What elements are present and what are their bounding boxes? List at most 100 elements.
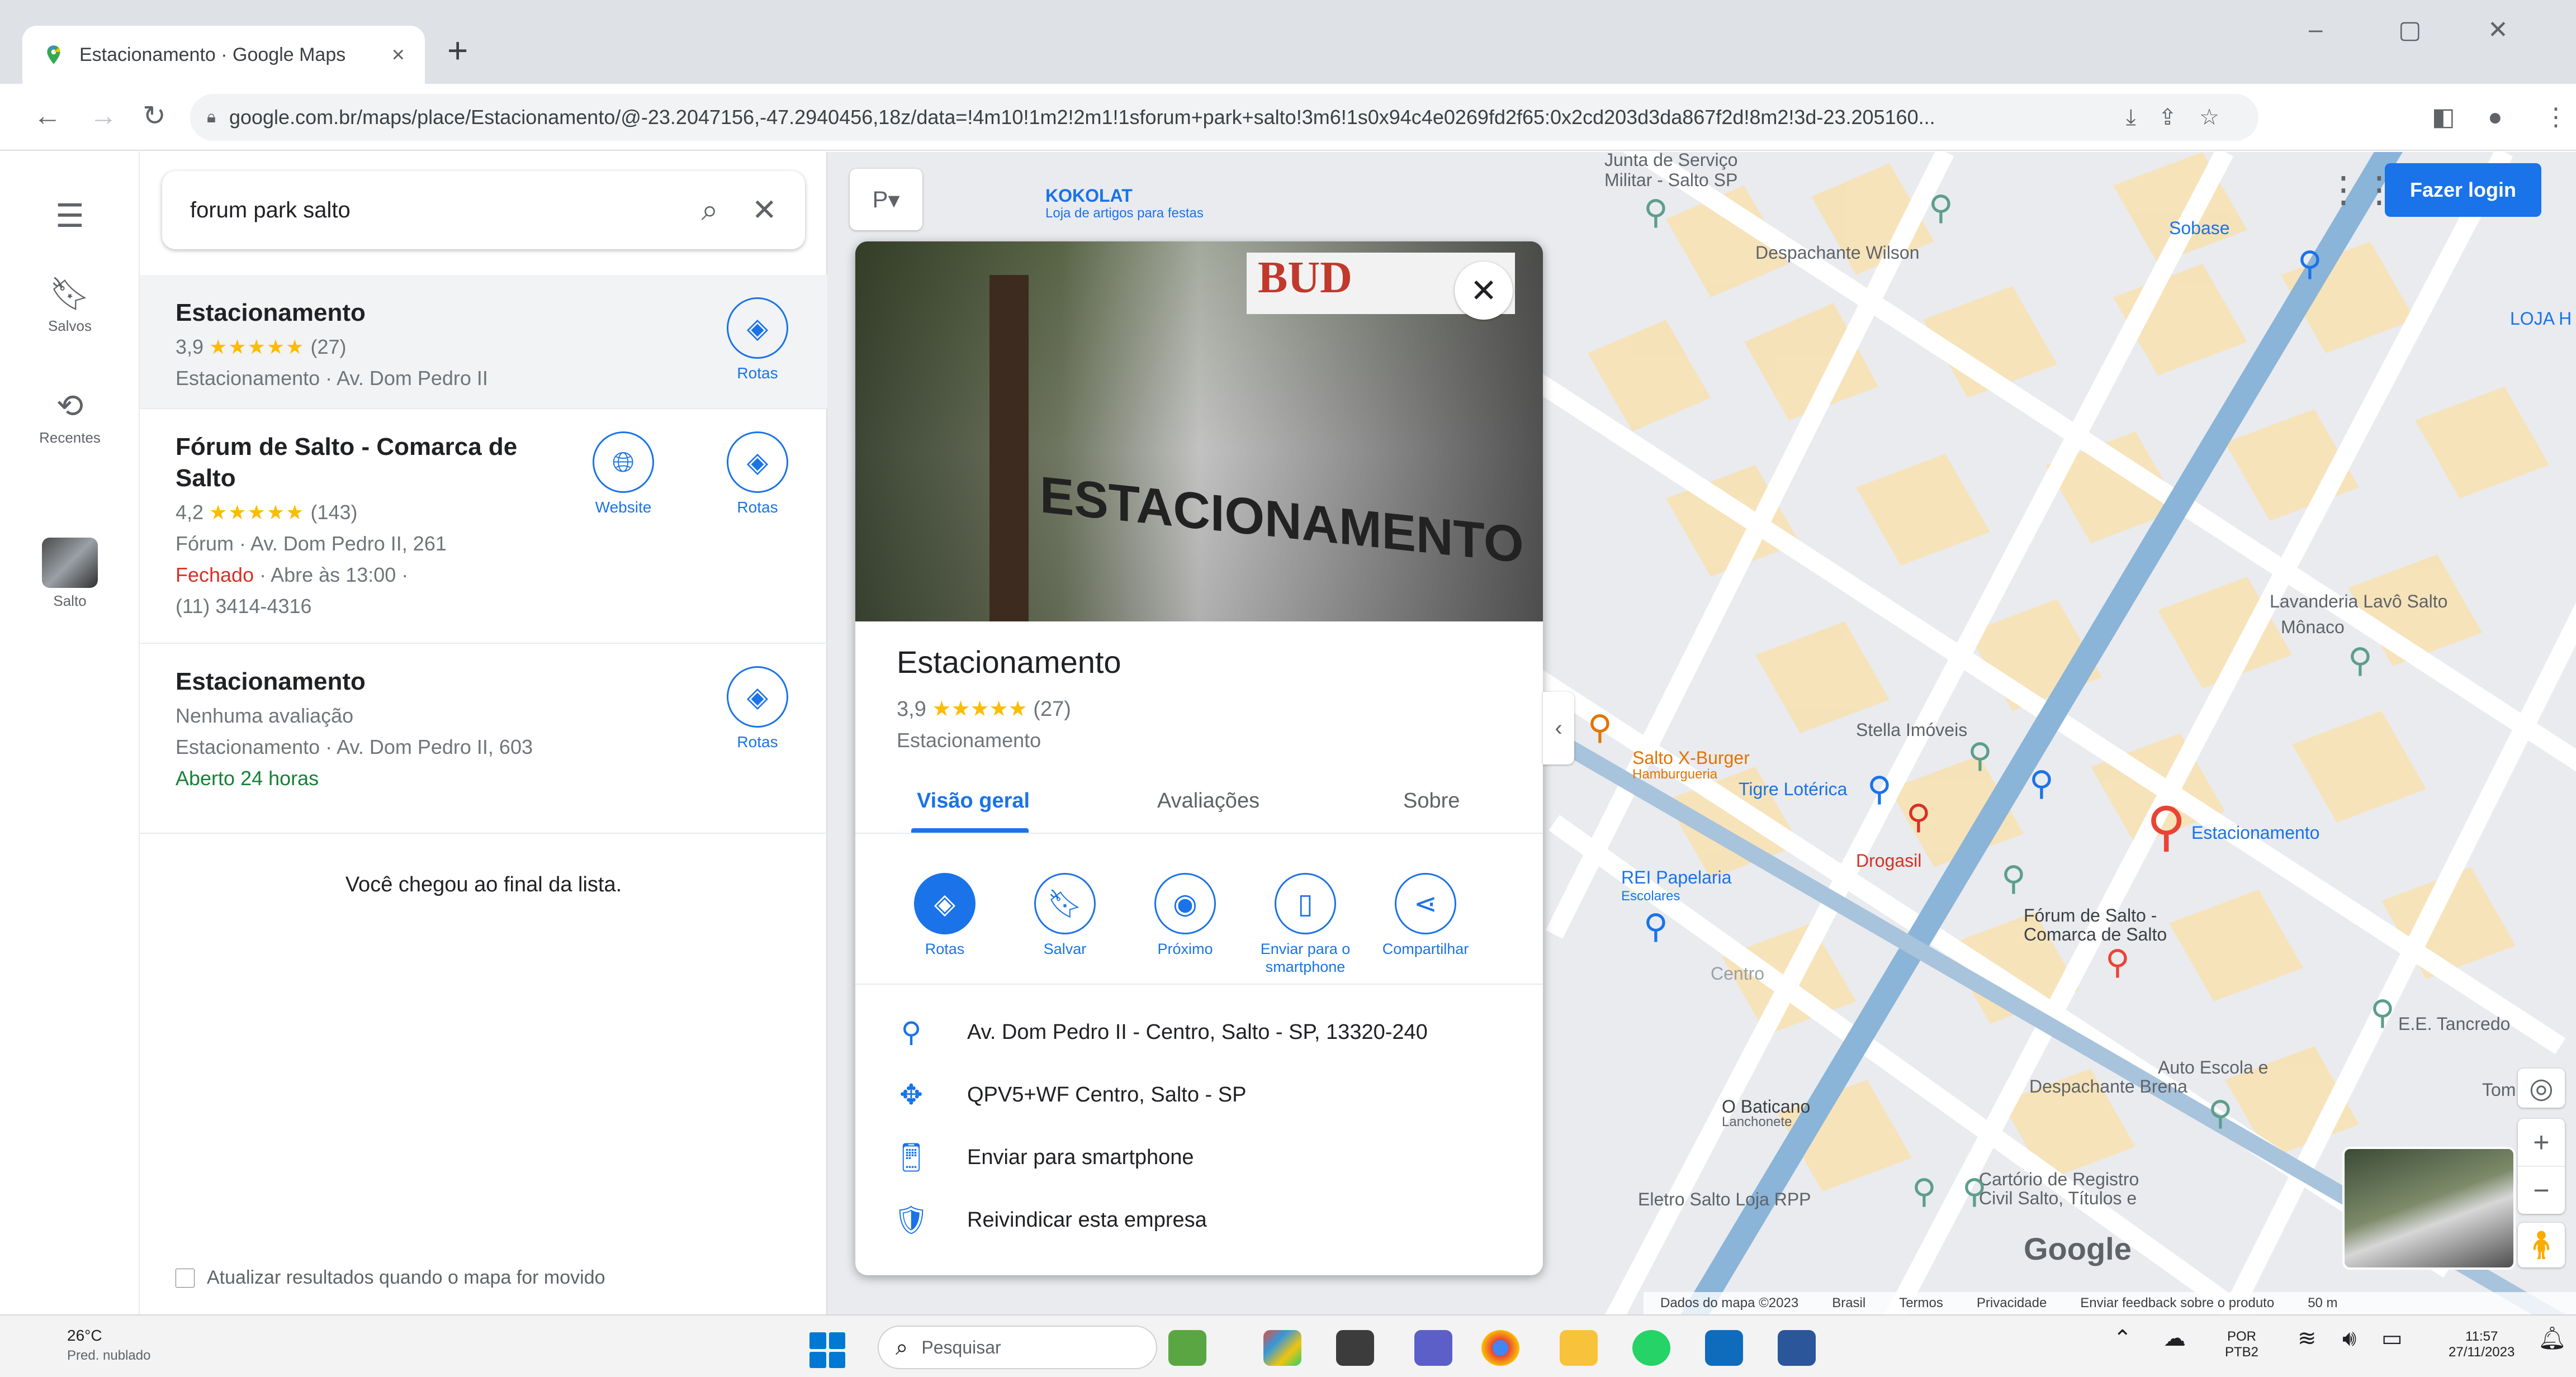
- poi-label[interactable]: Drogasil: [1856, 851, 1921, 871]
- plus-code-row[interactable]: ✥ QPV5+WF Centro, Salto - SP: [855, 1064, 1543, 1126]
- send-to-phone-row[interactable]: 📱︎ Enviar para smartphone: [855, 1127, 1543, 1188]
- place-category[interactable]: Estacionamento: [897, 729, 1041, 752]
- poi-label[interactable]: E.E. Tancredo: [2398, 1014, 2510, 1034]
- url-text[interactable]: google.com.br/maps/place/Estacionamento/…: [229, 106, 2126, 129]
- selected-place-label[interactable]: Estacionamento: [2191, 823, 2319, 843]
- mail-app-icon[interactable]: [1705, 1330, 1743, 1366]
- battery-icon[interactable]: ▭: [2381, 1327, 2403, 1350]
- back-arrow-icon[interactable]: ←: [34, 102, 61, 130]
- search-input[interactable]: [190, 197, 668, 223]
- claim-business-row[interactable]: 🛡︎ Reivindicar esta empresa: [855, 1189, 1543, 1251]
- scale-bar[interactable]: 50 m: [2308, 1295, 2337, 1311]
- chrome-app-icon[interactable]: [1481, 1330, 1519, 1366]
- tab-reviews[interactable]: Avaliações: [1157, 789, 1259, 813]
- poi-label[interactable]: Cartório de Registro: [1979, 1169, 2139, 1190]
- place-photo[interactable]: BUD ESTACIONAMENTO: [855, 241, 1543, 621]
- maximize-window-button[interactable]: ▢: [2398, 16, 2422, 44]
- search-icon[interactable]: ⌕: [702, 195, 718, 225]
- layer-switch-button[interactable]: P ▾: [850, 169, 922, 230]
- login-button[interactable]: Fazer login: [2385, 163, 2541, 217]
- poi-label[interactable]: Despachante Wilson: [1755, 243, 1919, 263]
- poi-label[interactable]: Lavanderia Lavô Salto: [2270, 591, 2447, 612]
- recent-place-salto[interactable]: Salto: [0, 538, 140, 610]
- profile-avatar-icon[interactable]: ●: [2488, 105, 2503, 130]
- install-icon[interactable]: ⤓: [2126, 105, 2158, 130]
- street-view-thumbnail[interactable]: [2342, 1147, 2516, 1270]
- realestate-pin-icon[interactable]: ⚲: [1968, 739, 1992, 772]
- minimize-window-button[interactable]: –: [2309, 16, 2322, 44]
- send-to-phone-button[interactable]: ▯ Enviar para o smartphone: [1249, 873, 1361, 976]
- poi-label[interactable]: Salto X-Burger: [1632, 748, 1750, 768]
- browser-menu-icon[interactable]: ⋮: [2544, 105, 2568, 130]
- update-on-move-checkbox[interactable]: [176, 1268, 195, 1288]
- lottery-pin-icon[interactable]: ⚲: [1867, 772, 1892, 806]
- task-view-icon[interactable]: [1336, 1330, 1374, 1366]
- route-button[interactable]: ◈ Rotas: [716, 666, 799, 751]
- my-location-button[interactable]: ◎: [2518, 1069, 2565, 1108]
- result-title[interactable]: Estacionamento: [176, 297, 567, 329]
- privacy-link[interactable]: Privacidade: [1977, 1295, 2047, 1311]
- volume-icon[interactable]: 🔊︎: [2342, 1327, 2356, 1350]
- shop-pin-icon[interactable]: ⚲: [2029, 767, 2054, 800]
- poi-label[interactable]: KOKOLAT: [1045, 186, 1133, 206]
- taskbar-search[interactable]: ⌕ Pesquisar: [878, 1326, 1157, 1369]
- browser-tab[interactable]: Estacionamento · Google Maps ×: [22, 26, 425, 84]
- clock[interactable]: 11:57 27/11/2023: [2449, 1329, 2515, 1360]
- poi-label[interactable]: Stella Imóveis: [1856, 720, 1967, 740]
- tab-overview[interactable]: Visão geral: [917, 789, 1030, 813]
- share-icon[interactable]: ⇪: [2158, 105, 2200, 130]
- poi-label[interactable]: Fórum de Salto -: [2024, 905, 2157, 926]
- photos-app-icon[interactable]: [1263, 1330, 1301, 1366]
- shop-pin-icon[interactable]: ⚲: [1912, 1175, 1936, 1208]
- website-button[interactable]: 🌐︎ Website: [581, 431, 665, 516]
- terms-link[interactable]: Termos: [1899, 1295, 1943, 1311]
- start-button[interactable]: [809, 1332, 845, 1368]
- pharmacy-pin-icon[interactable]: ⚲: [1906, 800, 1931, 834]
- word-app-icon[interactable]: [1778, 1330, 1816, 1366]
- collapse-panel-button[interactable]: ‹: [1543, 692, 1574, 765]
- route-button[interactable]: ◈ Rotas: [716, 431, 799, 516]
- service-pin-icon[interactable]: ⚲: [2208, 1096, 2233, 1130]
- place-rating[interactable]: 3,9 ★★★★★ (27): [897, 696, 1071, 721]
- region-link[interactable]: Brasil: [1832, 1295, 1865, 1311]
- widget-app-icon[interactable]: [1168, 1330, 1206, 1366]
- poi-label[interactable]: Sobase: [2169, 218, 2230, 239]
- service-pin-icon[interactable]: ⚲: [1929, 191, 1953, 225]
- update-on-move-option[interactable]: Atualizar resultados quando o mapa for m…: [176, 1267, 605, 1289]
- new-tab-button[interactable]: +: [447, 32, 468, 68]
- forward-arrow-icon[interactable]: →: [89, 102, 117, 130]
- address-bar[interactable]: 🔒︎ google.com.br/maps/place/Estacionamen…: [190, 94, 2258, 141]
- notification-bell-icon[interactable]: 🔔︎: [2538, 1327, 2566, 1350]
- wifi-icon[interactable]: ≋: [2298, 1327, 2317, 1350]
- zoom-in-button[interactable]: +: [2518, 1119, 2565, 1166]
- whatsapp-app-icon[interactable]: [1632, 1330, 1670, 1366]
- close-card-button[interactable]: ✕: [1455, 262, 1513, 320]
- file-explorer-icon[interactable]: [1560, 1330, 1598, 1366]
- teams-app-icon[interactable]: [1414, 1330, 1452, 1366]
- zoom-out-button[interactable]: −: [2518, 1166, 2565, 1213]
- poi-label[interactable]: Auto Escola e: [2158, 1057, 2268, 1078]
- lock-icon[interactable]: 🔒︎: [207, 108, 216, 127]
- language-indicator[interactable]: POR PTB2: [2225, 1329, 2258, 1360]
- side-panel-icon[interactable]: ◧: [2432, 105, 2455, 130]
- courthouse-pin-icon[interactable]: ⚲: [2105, 946, 2130, 979]
- tray-chevron-icon[interactable]: ⌃: [2113, 1327, 2132, 1350]
- result-title[interactable]: Fórum de Salto - Comarca de Salto: [176, 431, 567, 494]
- share-button[interactable]: ⋖ Compartilhar: [1370, 873, 1481, 958]
- tab-close-icon[interactable]: ×: [392, 42, 405, 68]
- poi-label[interactable]: Tigre Lotérica: [1739, 779, 1847, 800]
- review-count[interactable]: (27): [1033, 697, 1071, 721]
- restaurant-pin-icon[interactable]: ⚲: [1588, 711, 1612, 744]
- close-window-button[interactable]: ✕: [2488, 16, 2508, 44]
- cloud-icon[interactable]: ☁: [2163, 1327, 2186, 1350]
- selected-place-pin-icon[interactable]: ⚲: [2147, 800, 2186, 854]
- menu-button[interactable]: ☰: [0, 197, 140, 235]
- poi-label[interactable]: Eletro Salto Loja RPP: [1638, 1189, 1811, 1210]
- nearby-button[interactable]: ◉ Próximo: [1129, 873, 1241, 958]
- feedback-link[interactable]: Enviar feedback sobre o produto: [2080, 1295, 2274, 1311]
- result-title[interactable]: Estacionamento: [176, 666, 567, 697]
- poi-label[interactable]: LOJA H INFOR: [2510, 308, 2576, 329]
- pegman-button[interactable]: 🧍︎: [2518, 1223, 2565, 1267]
- school-pin-icon[interactable]: ⚲: [2370, 996, 2395, 1029]
- poi-label[interactable]: Junta de Serviço: [1604, 152, 1737, 170]
